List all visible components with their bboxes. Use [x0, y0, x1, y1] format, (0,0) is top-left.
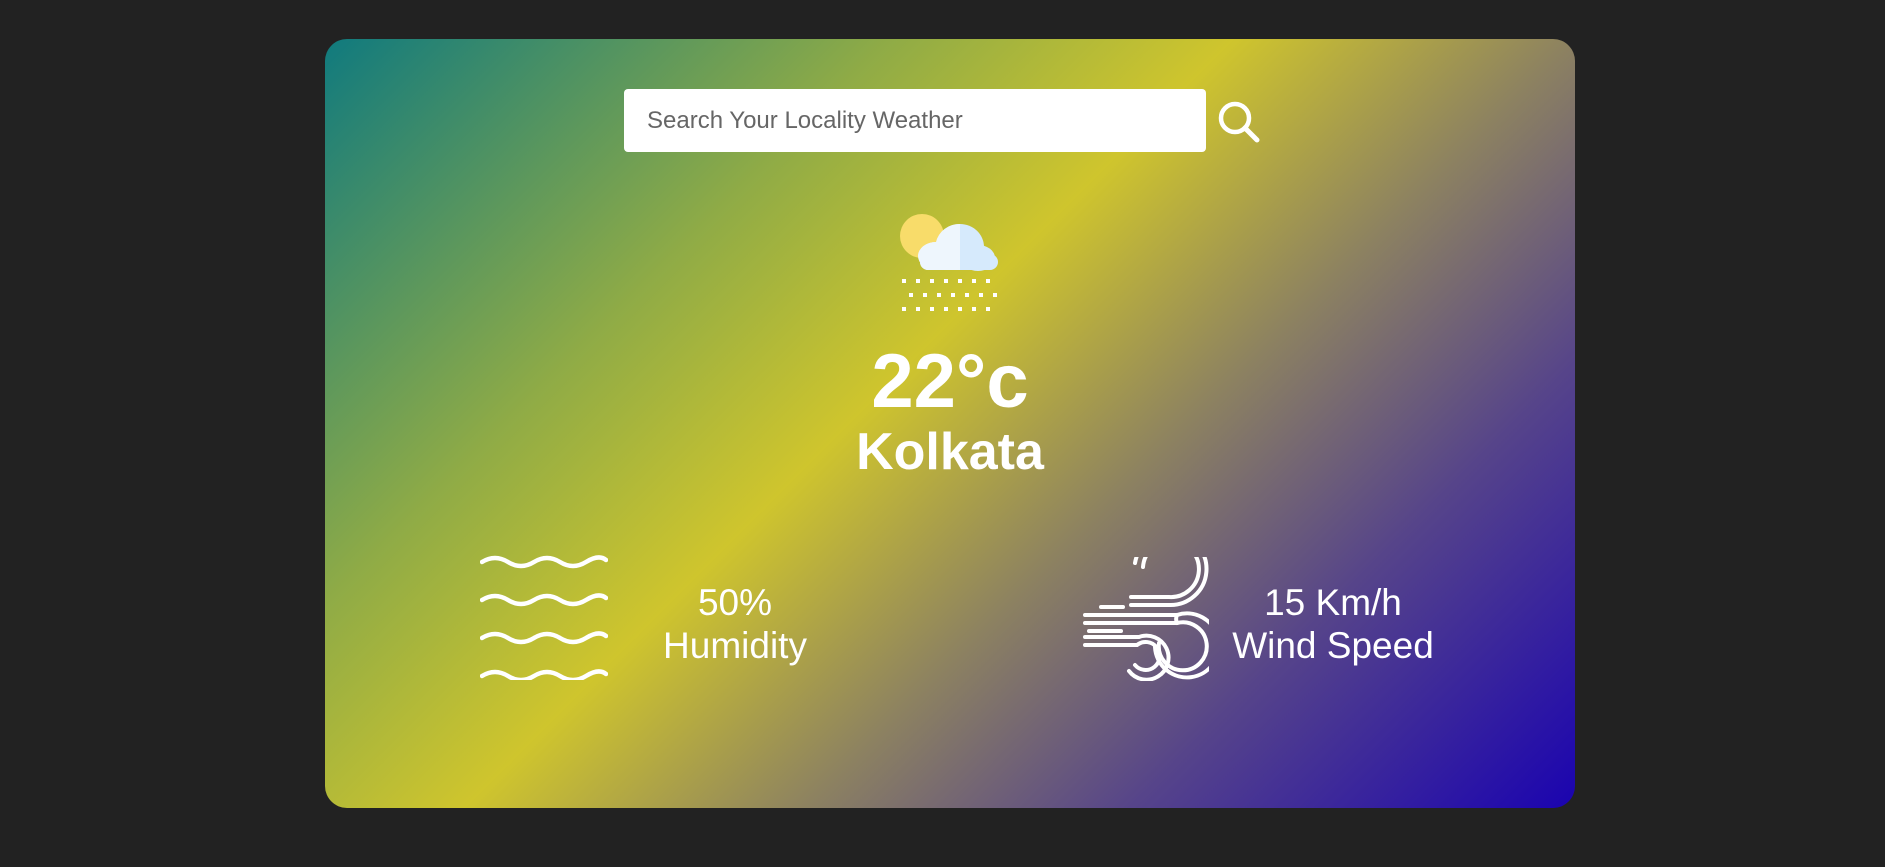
partly-cloudy-snow-icon — [898, 214, 1002, 314]
wind-stat: 15 Km/h Wind Speed — [1213, 581, 1453, 667]
humidity-waves-icon — [479, 554, 609, 683]
wind-label: Wind Speed — [1232, 625, 1434, 666]
wind-icon — [1081, 531, 1221, 682]
temperature: 22°c — [871, 339, 1029, 424]
weather-card: 22°c Kolkata 50% Humidity — [325, 39, 1575, 808]
search-input[interactable] — [624, 89, 1206, 152]
search-bar — [624, 89, 1206, 152]
city-name: Kolkata — [856, 423, 1044, 481]
search-icon[interactable] — [1216, 99, 1262, 145]
wind-value: 15 Km/h — [1264, 582, 1402, 623]
humidity-value: 50% — [697, 582, 773, 623]
search-button[interactable] — [1216, 99, 1262, 145]
humidity-label: Humidity — [663, 625, 807, 666]
humidity-stat: 50% Humidity — [645, 581, 825, 667]
